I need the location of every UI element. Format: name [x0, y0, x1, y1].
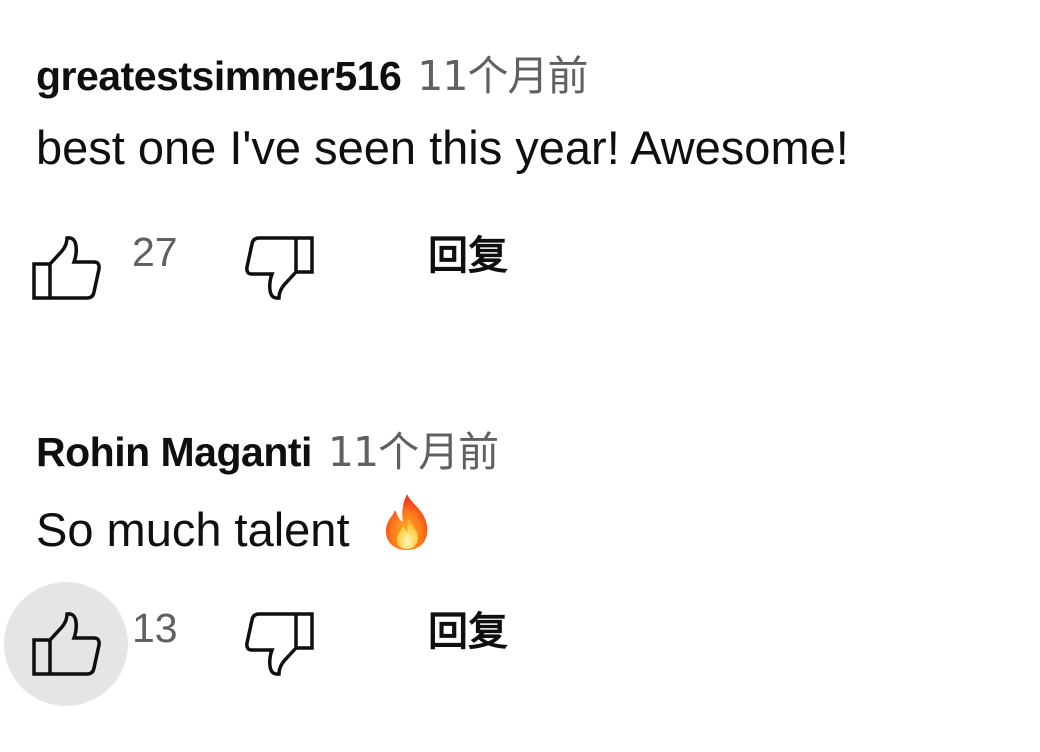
comment-actions: 27 回复: [32, 228, 1016, 308]
comment-header: Rohin Maganti 11个月前: [36, 418, 1016, 478]
dislike-button[interactable]: [218, 582, 342, 706]
comment-author[interactable]: greatestsimmer516: [36, 53, 402, 100]
comment-author[interactable]: Rohin Maganti: [36, 429, 312, 476]
thumb-down-icon: [245, 236, 314, 300]
comment-actions: 13 回复: [4, 582, 1016, 706]
comment-text-content: So much talent: [36, 503, 350, 556]
comment-text: So much talent: [36, 492, 1016, 556]
comment-thread: Rohin Maganti 11个月前 So much talent 13 回复: [4, 418, 1016, 706]
comment-header: greatestsimmer516 11个月前: [36, 42, 1016, 102]
like-button[interactable]: [4, 582, 128, 706]
comment-text: best one I've seen this year! Awesome!: [36, 121, 849, 174]
like-count: 27: [132, 229, 178, 275]
thumb-up-icon: [32, 612, 101, 676]
comment-timestamp[interactable]: 11个月前: [417, 42, 588, 102]
dislike-button[interactable]: [218, 206, 342, 330]
thumb-up-icon: [32, 236, 101, 300]
reply-button[interactable]: 回复: [408, 220, 528, 284]
like-button[interactable]: [4, 206, 128, 330]
like-count: 13: [132, 605, 178, 651]
fire-emoji: [381, 492, 433, 568]
comment-timestamp[interactable]: 11个月前: [328, 418, 499, 478]
comment-thread: greatestsimmer516 11个月前 best one I've se…: [32, 42, 1016, 308]
thumb-down-icon: [245, 612, 314, 676]
reply-button[interactable]: 回复: [408, 596, 528, 660]
